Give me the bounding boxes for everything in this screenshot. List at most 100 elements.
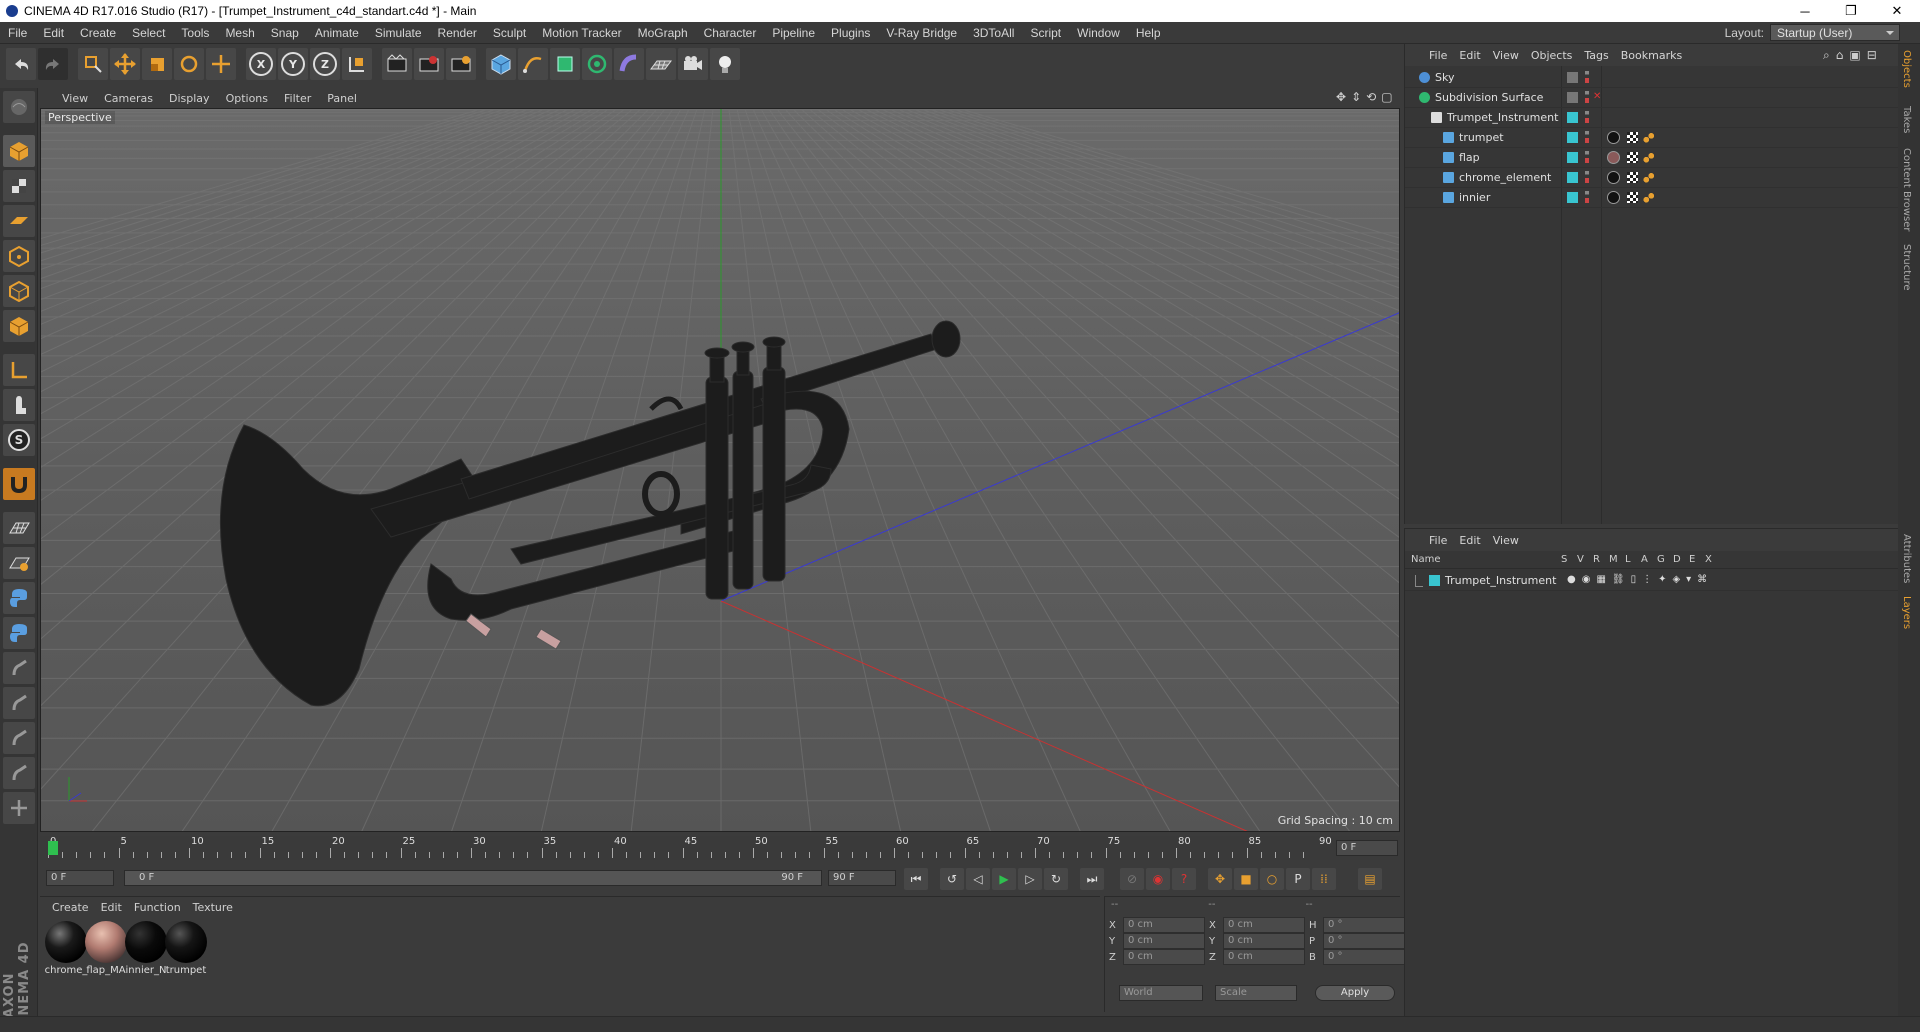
tab-attributes[interactable]: Attributes xyxy=(1901,534,1912,583)
material-tag-icon[interactable] xyxy=(1607,151,1620,164)
object-menu-edit[interactable]: Edit xyxy=(1453,49,1486,62)
record-keys-disabled-button[interactable]: ⊘ xyxy=(1120,868,1144,890)
move-tool-button[interactable] xyxy=(110,48,140,80)
workplane-mode-button[interactable] xyxy=(3,205,35,237)
undo-button[interactable] xyxy=(6,48,36,80)
material-menu-function[interactable]: Function xyxy=(128,901,187,914)
next-key-button[interactable]: ↻ xyxy=(1044,868,1068,890)
visibility-dots-icon[interactable] xyxy=(1585,131,1589,143)
layer-visibility-swatch[interactable] xyxy=(1567,112,1578,123)
hook-tool-button-4[interactable] xyxy=(3,757,35,789)
object-menu-file[interactable]: File xyxy=(1423,49,1453,62)
rotation-field[interactable]: 0 ° xyxy=(1323,933,1405,949)
magnet-tool-button[interactable] xyxy=(3,468,35,500)
phong-tag-icon[interactable] xyxy=(1643,192,1654,203)
visibility-dots-icon[interactable] xyxy=(1585,191,1589,203)
cloner-button[interactable] xyxy=(582,48,612,80)
close-button[interactable]: ✕ xyxy=(1874,0,1920,22)
rotation-field[interactable]: 0 ° xyxy=(1323,917,1405,933)
end-frame-field[interactable]: 90 F xyxy=(828,870,896,886)
viewport-menu-options[interactable]: Options xyxy=(218,92,276,105)
layer-column-v[interactable]: V xyxy=(1577,554,1584,565)
layer-column-name[interactable]: Name xyxy=(1411,554,1441,565)
search-icon[interactable]: ⌕ xyxy=(1823,48,1830,63)
material-tag-icon[interactable] xyxy=(1607,191,1620,204)
current-frame-field[interactable]: 0 F xyxy=(1336,840,1398,856)
layer-column-d[interactable]: D xyxy=(1673,554,1681,565)
make-editable-button[interactable] xyxy=(3,91,35,123)
object-row[interactable]: Trumpet_Instrument xyxy=(1405,108,1899,128)
key-scale-button[interactable]: ■ xyxy=(1234,868,1258,890)
object-menu-bookmarks[interactable]: Bookmarks xyxy=(1615,49,1688,62)
layer-column-r[interactable]: R xyxy=(1593,554,1600,565)
spline-pen-button[interactable] xyxy=(518,48,548,80)
layer-visibility-swatch[interactable] xyxy=(1567,192,1578,203)
rotate-view-icon[interactable]: ⟲ xyxy=(1366,90,1376,104)
menu-motion-tracker[interactable]: Motion Tracker xyxy=(534,26,629,40)
object-row[interactable]: flap xyxy=(1405,148,1899,168)
texture-mode-button[interactable] xyxy=(3,170,35,202)
material-menu-texture[interactable]: Texture xyxy=(187,901,239,914)
position-field[interactable]: 0 cm xyxy=(1123,949,1205,965)
floor-object-button[interactable] xyxy=(646,48,676,80)
tab-structure[interactable]: Structure xyxy=(1901,244,1912,291)
rotate-tool-button[interactable] xyxy=(174,48,204,80)
x-axis-lock-button[interactable]: X xyxy=(246,48,276,80)
light-object-button[interactable] xyxy=(710,48,740,80)
layer-column-m[interactable]: M xyxy=(1609,554,1618,565)
material-swatch[interactable]: trumpet xyxy=(164,921,208,983)
visibility-dots-icon[interactable] xyxy=(1585,171,1589,183)
menu-create[interactable]: Create xyxy=(72,26,124,40)
render-picture-viewer-button[interactable] xyxy=(414,48,444,80)
material-tag-icon[interactable] xyxy=(1607,131,1620,144)
maximize-view-icon[interactable]: ▢ xyxy=(1381,90,1392,104)
autokey-button[interactable]: ? xyxy=(1172,868,1196,890)
layer-menu-view[interactable]: View xyxy=(1487,534,1525,547)
viewport-menu-panel[interactable]: Panel xyxy=(319,92,365,105)
layer-column-e[interactable]: E xyxy=(1689,554,1695,565)
viewport-menu-cameras[interactable]: Cameras xyxy=(96,92,161,105)
axis-mode-button[interactable] xyxy=(3,354,35,386)
visibility-dots-icon[interactable] xyxy=(1585,151,1589,163)
hook-tool-button-2[interactable] xyxy=(3,687,35,719)
object-row[interactable]: innier xyxy=(1405,188,1899,208)
menu-snap[interactable]: Snap xyxy=(263,26,307,40)
material-swatch[interactable]: flap_MA xyxy=(84,921,128,983)
object-row[interactable]: chrome_element xyxy=(1405,168,1899,188)
key-rotation-button[interactable]: ○ xyxy=(1260,868,1284,890)
home-icon[interactable]: ⌂ xyxy=(1836,48,1844,63)
playhead-marker[interactable] xyxy=(48,841,58,855)
layer-column-x[interactable]: X xyxy=(1705,554,1712,565)
key-parameter-button[interactable]: P xyxy=(1286,868,1310,890)
visibility-dots-icon[interactable] xyxy=(1585,71,1589,83)
layer-visibility-swatch[interactable] xyxy=(1567,152,1578,163)
record-active-button[interactable]: ◉ xyxy=(1146,868,1170,890)
menu-file[interactable]: File xyxy=(0,26,35,40)
position-field[interactable]: 0 cm xyxy=(1123,917,1205,933)
layer-visibility-swatch[interactable] xyxy=(1567,132,1578,143)
apply-button[interactable]: Apply xyxy=(1315,985,1395,1001)
python-script-button-1[interactable] xyxy=(3,582,35,614)
layer-column-a[interactable]: A xyxy=(1641,554,1648,565)
layer-flag-icons[interactable]: ●◉▦⛓▯⋮✦◈▾⌘ xyxy=(1567,574,1713,585)
menu-window[interactable]: Window xyxy=(1069,26,1128,40)
go-to-start-button[interactable]: ⏮ xyxy=(904,868,928,890)
viewport-menu-filter[interactable]: Filter xyxy=(276,92,319,105)
workplane-align-button[interactable] xyxy=(3,547,35,579)
object-row[interactable]: trumpet xyxy=(1405,128,1899,148)
position-field[interactable]: 0 cm xyxy=(1123,933,1205,949)
python-script-button-2[interactable] xyxy=(3,617,35,649)
snap-button[interactable]: S xyxy=(3,424,35,456)
previous-key-button[interactable]: ↺ xyxy=(940,868,964,890)
material-menu-edit[interactable]: Edit xyxy=(95,901,128,914)
maximize-button[interactable]: ❐ xyxy=(1828,0,1874,22)
layer-visibility-swatch[interactable] xyxy=(1567,92,1578,103)
size-field[interactable]: 0 cm xyxy=(1223,917,1305,933)
visibility-dots-icon[interactable] xyxy=(1585,111,1589,123)
menu-edit[interactable]: Edit xyxy=(35,26,72,40)
camera-object-button[interactable] xyxy=(678,48,708,80)
polygons-mode-button[interactable] xyxy=(3,310,35,342)
menu-animate[interactable]: Animate xyxy=(307,26,367,40)
menu-mesh[interactable]: Mesh xyxy=(217,26,262,40)
minimize-button[interactable]: ─ xyxy=(1782,0,1828,22)
